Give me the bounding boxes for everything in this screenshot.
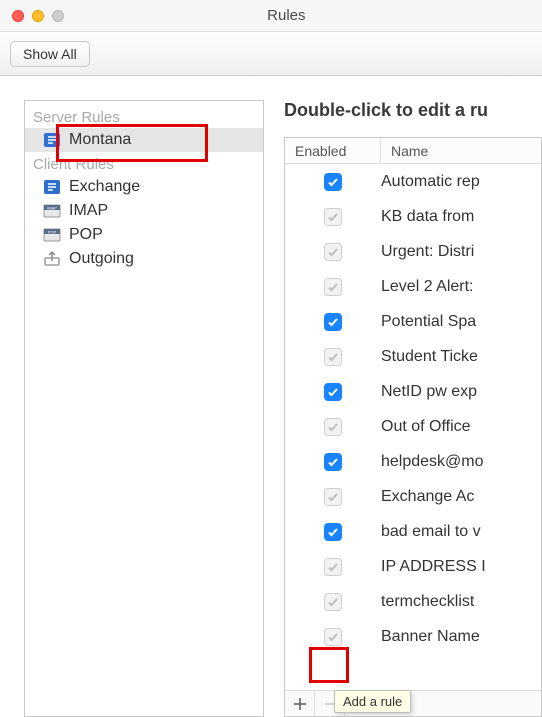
toolbar: Show All (0, 32, 542, 76)
table-row[interactable]: Urgent: Distri (285, 234, 541, 269)
pop-icon: POP (43, 226, 61, 244)
rule-name: bad email to v (381, 523, 541, 541)
enabled-checkbox[interactable] (324, 628, 342, 646)
rule-name: Potential Spa (381, 313, 541, 331)
enabled-checkbox[interactable] (324, 208, 342, 226)
tooltip-text: Add a rule (343, 694, 402, 709)
enabled-checkbox[interactable] (324, 418, 342, 436)
table-row[interactable]: Level 2 Alert: (285, 269, 541, 304)
sidebar-item-label: Montana (69, 131, 131, 149)
exchange-icon (43, 178, 61, 196)
sidebar-item-pop[interactable]: POP POP (25, 223, 263, 247)
enabled-checkbox[interactable] (324, 523, 342, 541)
rule-name: KB data from (381, 208, 541, 226)
add-rule-button[interactable] (285, 691, 315, 716)
table-row[interactable]: Student Ticke (285, 339, 541, 374)
svg-text:IMAP: IMAP (47, 206, 57, 211)
enabled-checkbox[interactable] (324, 243, 342, 261)
sidebar-item-exchange[interactable]: Exchange (25, 175, 263, 199)
rule-name: Level 2 Alert: (381, 278, 541, 296)
table-header: Enabled Name (285, 138, 541, 164)
imap-icon: IMAP (43, 202, 61, 220)
rule-name: NetID pw exp (381, 383, 541, 401)
table-row[interactable]: Banner Name (285, 619, 541, 654)
rule-name: termchecklist (381, 593, 541, 611)
exchange-icon (43, 131, 61, 149)
enabled-checkbox[interactable] (324, 593, 342, 611)
column-header-enabled[interactable]: Enabled (285, 138, 381, 163)
rule-name: IP ADDRESS I (381, 558, 541, 576)
table-footer (285, 690, 541, 716)
sidebar-group-header-client: Client Rules (25, 152, 263, 175)
zoom-button (52, 10, 64, 22)
enabled-checkbox[interactable] (324, 453, 342, 471)
sidebar-group-header-server: Server Rules (25, 105, 263, 128)
rules-table: Enabled Name Automatic rep KB data from Ur… (284, 137, 542, 717)
main: Double-click to edit a ru Enabled Name A… (284, 100, 542, 717)
table-row[interactable]: NetID pw exp (285, 374, 541, 409)
rule-name: Student Ticke (381, 348, 541, 366)
rule-name: Exchange Ac (381, 488, 541, 506)
table-row[interactable]: Exchange Ac (285, 479, 541, 514)
enabled-checkbox[interactable] (324, 313, 342, 331)
sidebar-item-label: Outgoing (69, 250, 134, 268)
rule-name: helpdesk@mo (381, 453, 541, 471)
column-header-name[interactable]: Name (381, 138, 541, 163)
table-row[interactable]: bad email to v (285, 514, 541, 549)
traffic-lights (12, 10, 64, 22)
enabled-checkbox[interactable] (324, 348, 342, 366)
enabled-checkbox[interactable] (324, 278, 342, 296)
table-row[interactable]: Out of Office (285, 409, 541, 444)
table-row[interactable]: IP ADDRESS I (285, 549, 541, 584)
svg-text:POP: POP (48, 230, 57, 235)
table-row[interactable]: helpdesk@mo (285, 444, 541, 479)
rule-name: Automatic rep (381, 173, 541, 191)
table-row[interactable]: KB data from (285, 199, 541, 234)
titlebar: Rules (0, 0, 542, 32)
table-body: Automatic rep KB data from Urgent: Distri L… (285, 164, 541, 690)
sidebar-item-outgoing[interactable]: Outgoing (25, 247, 263, 271)
instruction-text: Double-click to edit a ru (284, 100, 542, 121)
minimize-button[interactable] (32, 10, 44, 22)
table-row[interactable]: termchecklist (285, 584, 541, 619)
table-row[interactable]: Automatic rep (285, 164, 541, 199)
enabled-checkbox[interactable] (324, 383, 342, 401)
sidebar-item-label: Exchange (69, 178, 140, 196)
sidebar-item-label: POP (69, 226, 103, 244)
window-title: Rules (267, 7, 305, 24)
enabled-checkbox[interactable] (324, 558, 342, 576)
sidebar: Server Rules Montana Client Rules Exchan… (24, 100, 264, 717)
rule-name: Banner Name (381, 628, 541, 646)
rule-name: Out of Office (381, 418, 541, 436)
tooltip: Add a rule (334, 690, 411, 713)
enabled-checkbox[interactable] (324, 173, 342, 191)
sidebar-item-imap[interactable]: IMAP IMAP (25, 199, 263, 223)
close-button[interactable] (12, 10, 24, 22)
sidebar-item-label: IMAP (69, 202, 108, 220)
outgoing-icon (43, 250, 61, 268)
table-row[interactable]: Potential Spa (285, 304, 541, 339)
sidebar-item-montana[interactable]: Montana (25, 128, 263, 152)
show-all-button[interactable]: Show All (10, 41, 90, 67)
enabled-checkbox[interactable] (324, 488, 342, 506)
rule-name: Urgent: Distri (381, 243, 541, 261)
